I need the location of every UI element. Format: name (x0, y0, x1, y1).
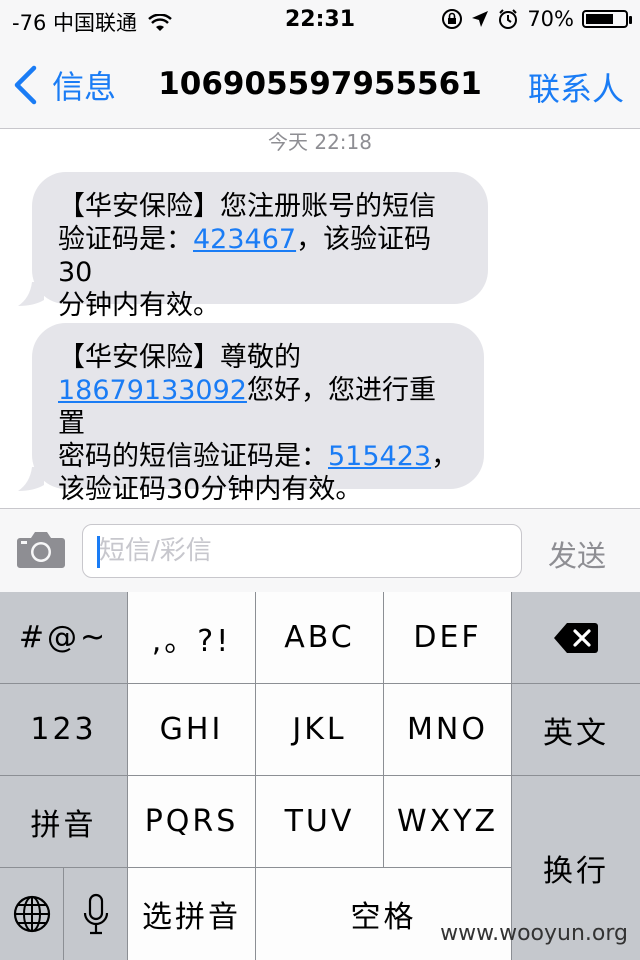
phone-number-link[interactable]: 18679133092 (58, 375, 247, 406)
key-def[interactable]: DEF (384, 592, 511, 683)
status-bar: -76 中国联通 22:31 70% (0, 0, 640, 40)
rotation-lock-icon (442, 9, 463, 29)
key-ghi[interactable]: GHI (128, 684, 255, 775)
key-numbers[interactable]: 123 (0, 684, 127, 775)
message-line: 18679133092您好，您进行重置 (58, 375, 436, 439)
key-delete[interactable] (512, 592, 640, 683)
verification-code-link[interactable]: 515423 (328, 441, 431, 472)
message-timestamp: 今天 22:18 (268, 130, 372, 154)
microphone-icon (83, 893, 108, 935)
delete-icon (554, 622, 598, 653)
message-line: 该验证码30分钟内有效。 (58, 474, 363, 505)
battery-icon (582, 10, 632, 28)
key-wxyz[interactable]: WXYZ (384, 776, 511, 867)
key-pinyin[interactable]: 拼音 (0, 776, 127, 867)
key-pqrs[interactable]: PQRS (128, 776, 255, 867)
globe-icon (13, 895, 50, 933)
key-space[interactable]: 空格 (256, 868, 511, 960)
message-line: 【华安保险】您注册账号的短信 (58, 191, 436, 222)
message-line: 【华安保险】尊敬的 (58, 342, 301, 373)
message-bubble[interactable]: 【华安保险】您注册账号的短信 验证码是：423467，该验证码30 分钟内有效。 (32, 172, 488, 321)
key-punctuation[interactable]: ,。?! (128, 592, 255, 683)
input-bar: 短信/彩信 发送 (0, 508, 640, 593)
key-symbols[interactable]: #@~ (0, 592, 127, 683)
verification-code-link[interactable]: 423467 (193, 224, 296, 255)
watermark: www.wooyun.org (440, 921, 628, 946)
key-english[interactable]: 英文 (512, 684, 640, 775)
key-select-pinyin[interactable]: 选拼音 (128, 868, 255, 960)
key-microphone[interactable] (64, 868, 127, 960)
alarm-icon (499, 9, 518, 29)
camera-icon[interactable] (16, 529, 66, 569)
location-icon (472, 11, 489, 27)
message-line: 密码的短信验证码是：515423， (58, 441, 459, 472)
key-tuv[interactable]: TUV (256, 776, 383, 867)
key-globe[interactable] (0, 868, 63, 960)
send-button[interactable]: 发送 (548, 533, 606, 575)
key-abc[interactable]: ABC (256, 592, 383, 683)
text-caret (97, 536, 100, 568)
key-mno[interactable]: MNO (384, 684, 511, 775)
contact-button[interactable]: 联系人 (528, 64, 624, 110)
status-right: 70% (441, 7, 632, 31)
nav-bar: 信息 106905597955561 联系人 (0, 40, 640, 129)
message-input-placeholder: 短信/彩信 (99, 536, 212, 566)
battery-percent: 70% (527, 7, 574, 31)
keyboard: #@~ ,。?! ABC DEF 123 GHI JKL MNO 英文 拼音 P… (0, 592, 640, 960)
message-bubble[interactable]: 【华安保险】尊敬的 18679133092您好，您进行重置 密码的短信验证码是：… (32, 323, 484, 505)
message-line: 分钟内有效。 (58, 290, 220, 321)
message-line: 验证码是：423467，该验证码30 (58, 224, 432, 288)
key-jkl[interactable]: JKL (256, 684, 383, 775)
message-input[interactable]: 短信/彩信 (82, 524, 522, 578)
